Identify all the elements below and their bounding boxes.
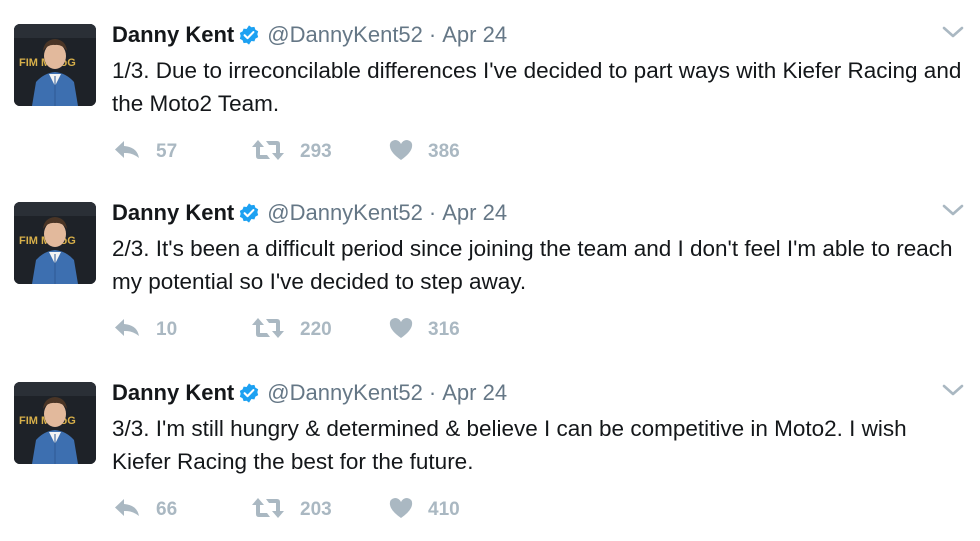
reply-icon — [112, 138, 142, 167]
retweet-icon — [250, 316, 286, 345]
chevron-down-icon[interactable] — [942, 24, 964, 40]
avatar[interactable]: FIM MotoG — [14, 202, 96, 284]
separator-dot: · — [428, 22, 437, 47]
reply-count: 10 — [156, 319, 178, 340]
reply-button[interactable]: 66 — [112, 496, 177, 524]
tweet-text: 3/3. I'm still hungry & determined & bel… — [112, 416, 907, 474]
verified-badge-icon — [238, 382, 260, 404]
reply-icon — [112, 496, 142, 525]
avatar-photo: FIM MotoG — [14, 202, 96, 284]
chevron-down-icon[interactable] — [942, 382, 964, 398]
display-name[interactable]: Danny Kent — [112, 22, 234, 48]
like-count: 316 — [428, 319, 460, 340]
heart-icon — [388, 138, 414, 167]
tweet-header: Danny Kent @DannyKent52 · Apr 24 — [112, 198, 507, 228]
tweet-text: 1/3. Due to irreconcilable differences I… — [112, 58, 962, 116]
reply-count: 66 — [156, 499, 178, 520]
tweet[interactable]: FIM MotoG Danny Kent @DannyKent52 · Apr … — [0, 0, 980, 180]
like-count: 410 — [428, 499, 460, 520]
tweet-text: 2/3. It's been a difficult period since … — [112, 236, 953, 294]
display-name[interactable]: Danny Kent — [112, 200, 234, 226]
tweet[interactable]: FIM MotoG Danny Kent @DannyKent52 · Apr … — [0, 358, 980, 538]
tweet-timestamp[interactable]: Apr 24 — [442, 200, 507, 226]
like-button[interactable]: 386 — [388, 138, 460, 166]
heart-icon — [388, 496, 414, 525]
like-button[interactable]: 316 — [388, 316, 460, 344]
retweet-count: 203 — [300, 499, 332, 520]
tweet-timestamp[interactable]: Apr 24 — [442, 22, 507, 48]
verified-badge-icon — [238, 24, 260, 46]
retweet-icon — [250, 496, 286, 525]
separator-dot: · — [428, 380, 437, 405]
retweet-count: 293 — [300, 141, 332, 162]
reply-button[interactable]: 10 — [112, 316, 177, 344]
verified-badge-icon — [238, 202, 260, 224]
reply-count: 57 — [156, 141, 178, 162]
retweet-count: 220 — [300, 319, 332, 340]
avatar[interactable]: FIM MotoG — [14, 382, 96, 464]
like-count: 386 — [428, 141, 460, 162]
retweet-icon — [250, 138, 286, 167]
separator-dot: · — [428, 200, 437, 225]
like-button[interactable]: 410 — [388, 496, 460, 524]
retweet-button[interactable]: 203 — [250, 496, 332, 524]
chevron-down-icon[interactable] — [942, 202, 964, 218]
retweet-button[interactable]: 220 — [250, 316, 332, 344]
retweet-button[interactable]: 293 — [250, 138, 332, 166]
avatar-photo: FIM MotoG — [14, 24, 96, 106]
avatar[interactable]: FIM MotoG — [14, 24, 96, 106]
reply-icon — [112, 316, 142, 345]
username-handle[interactable]: @DannyKent52 — [267, 22, 423, 48]
tweet-header: Danny Kent @DannyKent52 · Apr 24 — [112, 20, 507, 50]
reply-button[interactable]: 57 — [112, 138, 177, 166]
username-handle[interactable]: @DannyKent52 — [267, 200, 423, 226]
username-handle[interactable]: @DannyKent52 — [267, 380, 423, 406]
heart-icon — [388, 316, 414, 345]
display-name[interactable]: Danny Kent — [112, 380, 234, 406]
tweet-header: Danny Kent @DannyKent52 · Apr 24 — [112, 378, 507, 408]
avatar-photo: FIM MotoG — [14, 382, 96, 464]
tweet-timestamp[interactable]: Apr 24 — [442, 380, 507, 406]
tweet[interactable]: FIM MotoG Danny Kent @DannyKent52 · Apr … — [0, 178, 980, 358]
